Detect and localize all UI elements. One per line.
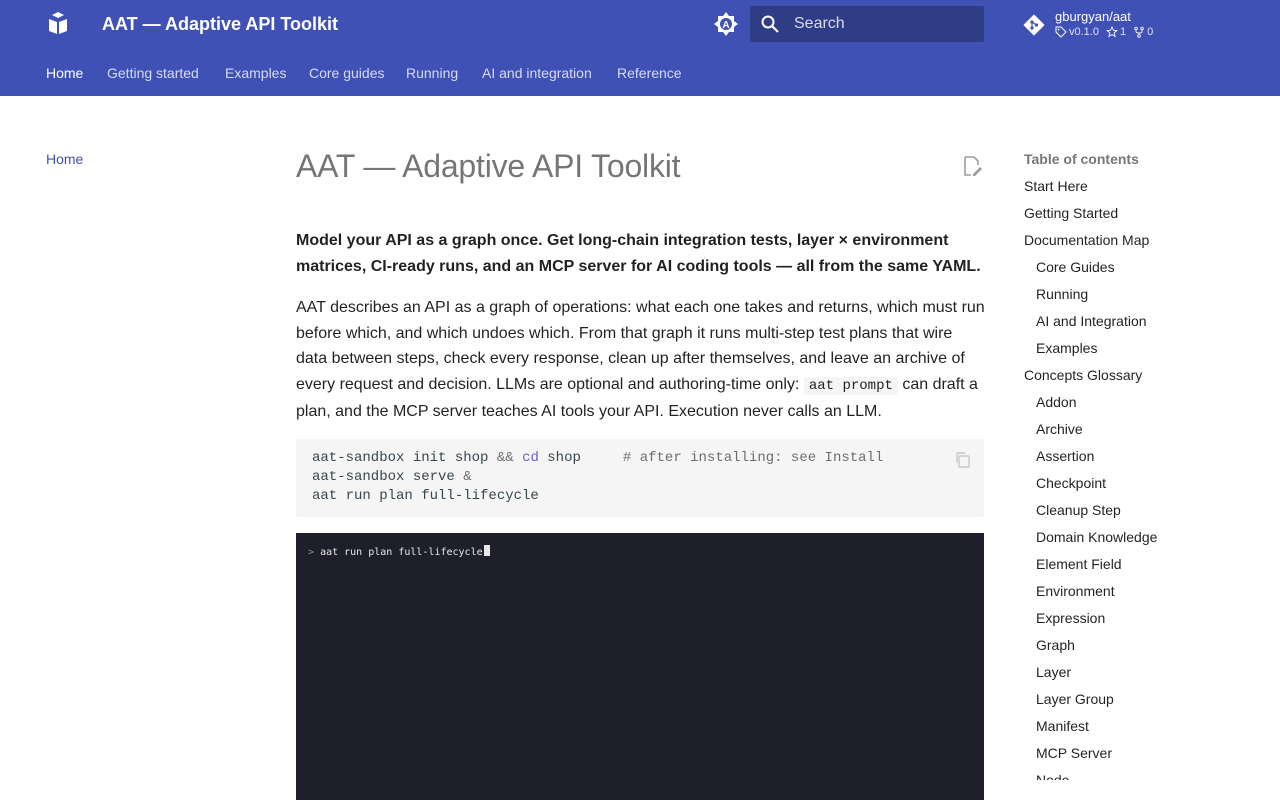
- repo-stars-count: 1: [1119, 26, 1127, 38]
- toc-item-archive[interactable]: Archive: [1024, 420, 1264, 447]
- lead-paragraph: Model your API as a graph once. Get long…: [296, 232, 981, 275]
- toc-item-node[interactable]: Node: [1024, 771, 1264, 780]
- code-content: aat-sandbox init shop && cd shop # after…: [312, 450, 884, 504]
- search-input[interactable]: [794, 6, 974, 42]
- toc-item-domain-knowledge[interactable]: Domain Knowledge: [1024, 528, 1264, 555]
- copy-icon[interactable]: [954, 451, 972, 469]
- book-logo-icon[interactable]: [46, 10, 70, 38]
- toc-item-manifest[interactable]: Manifest: [1024, 717, 1264, 744]
- tab-ai-and-integration[interactable]: AI and integration: [482, 64, 592, 82]
- fork-icon: [1134, 26, 1144, 38]
- repo-link[interactable]: gburgyan/aat v0.1.0 1 0: [1022, 8, 1202, 42]
- terminal-demo: > aat run plan full-lifecycle: [296, 533, 984, 800]
- toc-item-element-field[interactable]: Element Field: [1024, 555, 1264, 582]
- repo-forks: 0: [1133, 26, 1153, 38]
- toc-item-running[interactable]: Running: [1024, 285, 1264, 312]
- repo-name: gburgyan/aat: [1055, 9, 1131, 24]
- site-header: AAT — Adaptive API Toolkit A gburgyan/aa…: [0, 0, 1280, 48]
- theme-toggle-icon[interactable]: A: [712, 10, 740, 38]
- code-block: aat-sandbox init shop && cd shop # after…: [296, 439, 984, 517]
- toc-item-mcp-server[interactable]: MCP Server: [1024, 744, 1264, 771]
- toc-item-core-guides[interactable]: Core Guides: [1024, 258, 1264, 285]
- toc-title: Table of contents: [1024, 151, 1139, 167]
- tab-examples[interactable]: Examples: [225, 64, 286, 82]
- site-title[interactable]: AAT — Adaptive API Toolkit: [102, 12, 338, 36]
- table-of-contents: Start Here Getting Started Documentation…: [1024, 177, 1264, 780]
- terminal-prompt: >: [308, 547, 315, 558]
- tab-reference[interactable]: Reference: [617, 64, 682, 82]
- toc-item-ai-and-integration[interactable]: AI and Integration: [1024, 312, 1264, 339]
- toc-item-examples[interactable]: Examples: [1024, 339, 1264, 366]
- toc-item-concepts-glossary[interactable]: Concepts Glossary: [1024, 366, 1264, 393]
- toc-item-checkpoint[interactable]: Checkpoint: [1024, 474, 1264, 501]
- tab-getting-started[interactable]: Getting started: [107, 64, 199, 82]
- toc-item-addon[interactable]: Addon: [1024, 393, 1264, 420]
- intro-paragraph: AAT describes an API as a graph of opera…: [296, 295, 986, 425]
- toc-item-environment[interactable]: Environment: [1024, 582, 1264, 609]
- toc-item-layer-group[interactable]: Layer Group: [1024, 690, 1264, 717]
- toc-item-start-here[interactable]: Start Here: [1024, 177, 1264, 204]
- terminal-command: aat run plan full-lifecycle: [320, 547, 483, 558]
- repo-stars: 1: [1105, 26, 1127, 38]
- toc-item-cleanup-step[interactable]: Cleanup Step: [1024, 501, 1264, 528]
- repo-version-label: v0.1.0: [1069, 26, 1099, 38]
- star-icon: [1105, 26, 1118, 38]
- repo-facts: v0.1.0 1 0: [1055, 26, 1160, 38]
- repo-version: v0.1.0: [1055, 26, 1099, 38]
- toc-item-graph[interactable]: Graph: [1024, 636, 1264, 663]
- tab-core-guides[interactable]: Core guides: [309, 64, 385, 82]
- toc-item-layer[interactable]: Layer: [1024, 663, 1264, 690]
- edit-page-icon[interactable]: [960, 154, 984, 178]
- git-icon: [1023, 14, 1045, 36]
- svg-text:A: A: [722, 20, 729, 31]
- tab-home[interactable]: Home: [46, 64, 83, 82]
- terminal-cursor: [483, 545, 490, 556]
- toc-item-expression[interactable]: Expression: [1024, 609, 1264, 636]
- search-box[interactable]: [750, 6, 984, 42]
- tag-icon: [1055, 26, 1067, 38]
- repo-forks-count: 0: [1147, 26, 1154, 38]
- toc-item-assertion[interactable]: Assertion: [1024, 447, 1264, 474]
- tab-running[interactable]: Running: [406, 64, 458, 82]
- toc-item-documentation-map[interactable]: Documentation Map: [1024, 231, 1264, 258]
- search-icon: [761, 15, 779, 33]
- terminal-line: > aat run plan full-lifecycle: [308, 545, 490, 559]
- toc-item-getting-started[interactable]: Getting Started: [1024, 204, 1264, 231]
- sidebar-item-home[interactable]: Home: [46, 150, 83, 168]
- inline-code: aat prompt: [803, 376, 898, 395]
- page-title: AAT — Adaptive API Toolkit: [296, 148, 681, 184]
